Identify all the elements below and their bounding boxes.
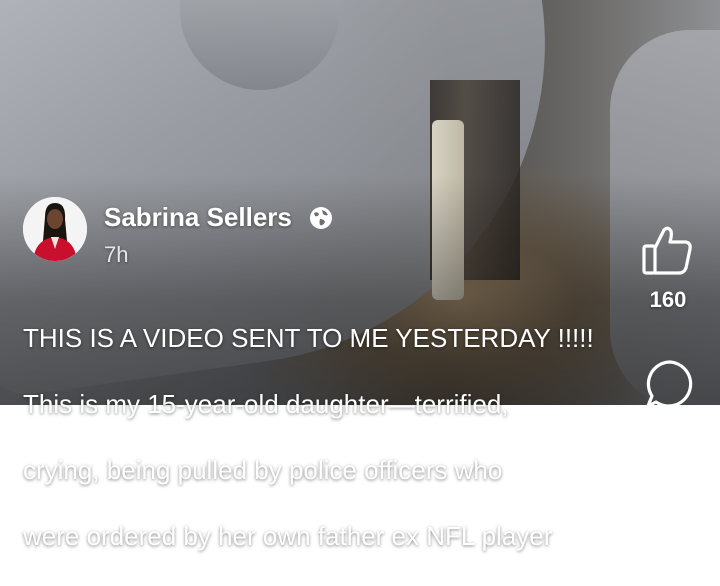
caption-line: were ordered by her own father ex NFL pl… [23,521,553,551]
globe-icon [309,206,333,230]
thumbs-up-icon[interactable] [640,222,696,278]
avatar[interactable] [23,197,87,261]
caption-line: THIS IS A VIDEO SENT TO ME YESTERDAY !!!… [23,323,594,353]
caption-line: crying, being pulled by police officers … [23,455,503,485]
post-caption[interactable]: THIS IS A VIDEO SENT TO ME YESTERDAY !!!… [23,289,608,586]
post-time: 7h [104,242,129,267]
author-row: Sabrina Sellers 7h [23,197,543,267]
author-name[interactable]: Sabrina Sellers [104,202,292,233]
comment-icon[interactable] [642,358,696,412]
like-count: 160 [649,287,687,312]
